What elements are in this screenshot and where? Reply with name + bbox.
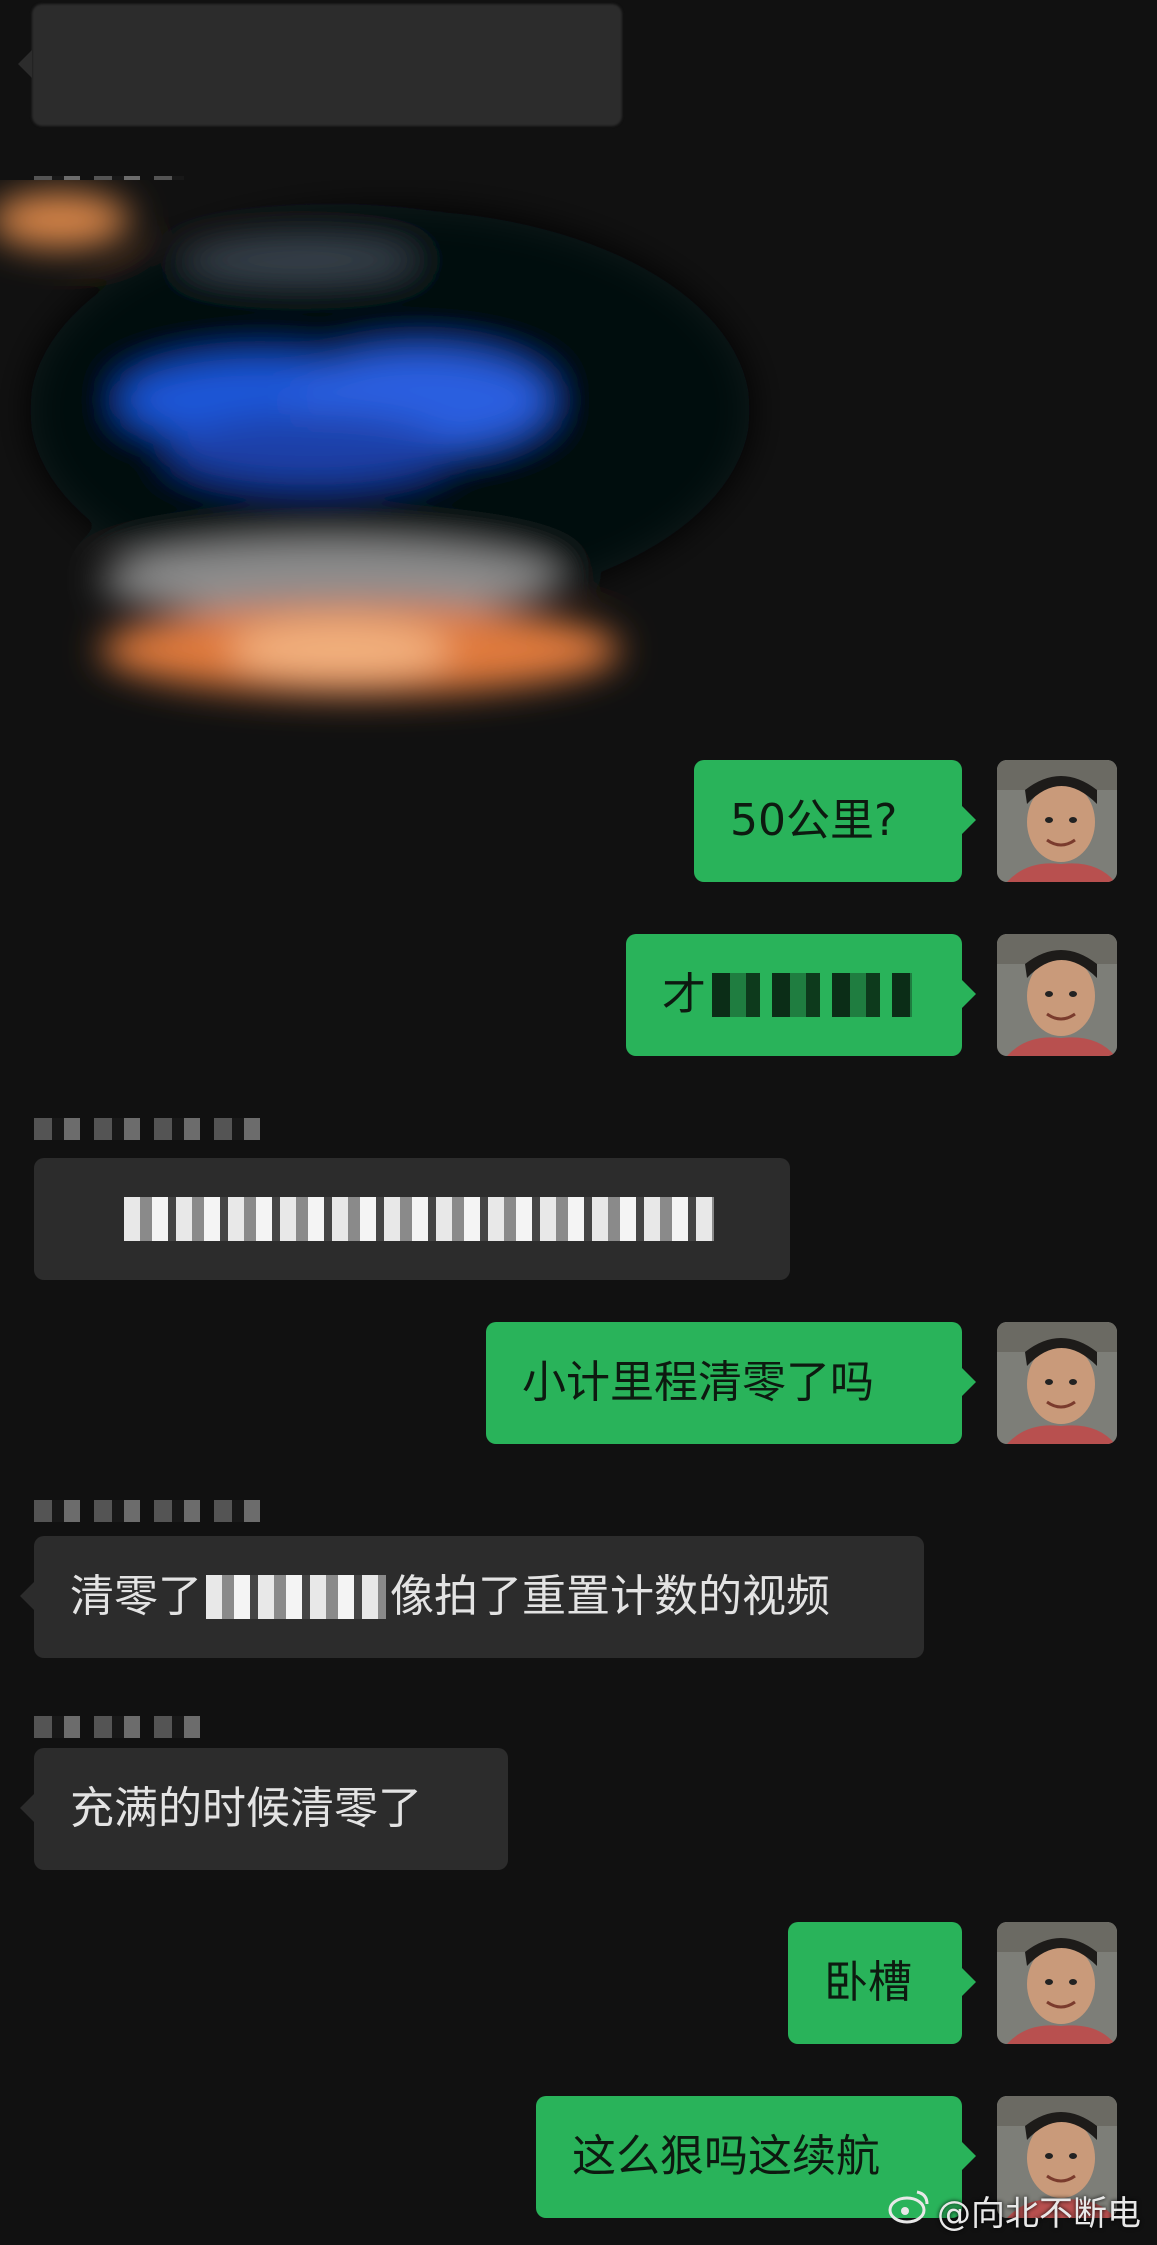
- bubble-tail: [20, 1582, 34, 1610]
- outgoing-message-exclaim[interactable]: 卧槽: [788, 1922, 962, 2044]
- sender-name-blurred: [34, 1500, 264, 1522]
- bubble-tail: [962, 2142, 976, 2170]
- user-avatar[interactable]: [997, 934, 1117, 1056]
- incoming-message-full-charge[interactable]: 充满的时候清零了: [34, 1748, 508, 1870]
- sender-name-blurred: [34, 1716, 214, 1738]
- pixelated-text: [124, 1197, 714, 1241]
- incoming-message-bubble-blurred[interactable]: [32, 4, 622, 126]
- pixelated-text: [206, 1575, 386, 1619]
- bubble-tail: [962, 1968, 976, 1996]
- sender-name-blurred: [34, 1118, 264, 1140]
- blurred-image: [0, 180, 780, 740]
- avatar-image: [997, 934, 1117, 1056]
- avatar-image: [997, 1322, 1117, 1444]
- bubble-tail: [18, 50, 32, 78]
- message-text: 这么狠吗这续航: [572, 2131, 880, 2182]
- message-text-suffix: 像拍了重置计数的视频: [390, 1571, 830, 1622]
- bubble-tail: [962, 806, 976, 834]
- pixelated-text: [712, 973, 912, 1017]
- image-message-blurred[interactable]: [0, 180, 780, 740]
- outgoing-message-trip-reset[interactable]: 小计里程清零了吗: [486, 1322, 962, 1444]
- message-text: 小计里程清零了吗: [522, 1357, 874, 1408]
- message-text: 50公里?: [730, 795, 898, 846]
- user-avatar[interactable]: [997, 760, 1117, 882]
- weibo-icon: [887, 2188, 931, 2233]
- outgoing-message-50km[interactable]: 50公里?: [694, 760, 962, 882]
- bubble-tail: [20, 1794, 34, 1822]
- watermark-text: @向北不断电: [937, 2194, 1141, 2234]
- incoming-message-reset-video[interactable]: 清零了 像拍了重置计数的视频: [34, 1536, 924, 1658]
- outgoing-message-pixelated[interactable]: 才: [626, 934, 962, 1056]
- message-text-prefix: 清零了: [70, 1571, 202, 1622]
- watermark: @向北不断电: [887, 2186, 1141, 2235]
- bubble-tail: [962, 980, 976, 1008]
- message-text: 充满的时候清零了: [70, 1783, 422, 1834]
- message-text: 卧槽: [824, 1957, 912, 2008]
- incoming-message-pixelated[interactable]: [34, 1158, 790, 1280]
- avatar-image: [997, 1922, 1117, 2044]
- bubble-tail: [962, 1368, 976, 1396]
- avatar-image: [997, 760, 1117, 882]
- message-text: 才: [662, 969, 706, 1020]
- user-avatar[interactable]: [997, 1922, 1117, 2044]
- user-avatar[interactable]: [997, 1322, 1117, 1444]
